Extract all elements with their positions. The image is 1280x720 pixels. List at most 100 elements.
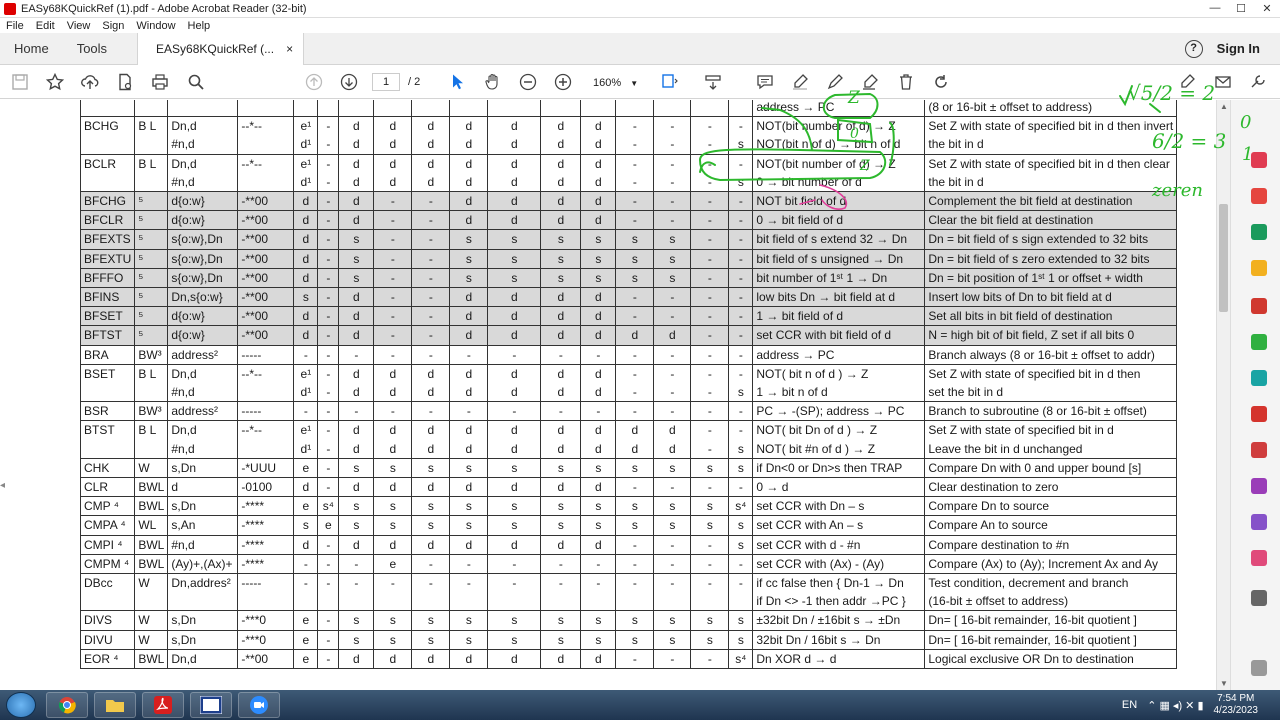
search-icon[interactable]: [186, 72, 206, 92]
addressing-mode-cell: dd: [653, 420, 692, 459]
page-up-icon[interactable]: [304, 72, 324, 92]
ccr-cell-line: -**00: [241, 251, 269, 266]
print-icon[interactable]: [150, 72, 170, 92]
menu-sign[interactable]: Sign: [96, 20, 130, 32]
comment-icon[interactable]: [755, 72, 775, 92]
highlight-pen-icon[interactable]: [790, 72, 810, 92]
addressing-mode-cell: -: [728, 210, 754, 231]
collapse-panel-icon[interactable]: [1251, 660, 1267, 676]
addressing-mode-cell-line: d: [511, 213, 518, 228]
addressing-mode-cell-line: -: [632, 156, 637, 171]
addressing-mode-cell: --: [690, 116, 730, 155]
addressing-mode-cell-line: d: [302, 328, 310, 343]
description-cell: Dn = bit field of s sign extended to 32 …: [924, 229, 1178, 250]
edit-pdf-icon[interactable]: [1177, 72, 1197, 92]
ccr-cell-line: [241, 592, 290, 610]
scrolling-mode-icon[interactable]: [703, 72, 723, 92]
addressing-mode-cell-line: -: [632, 537, 637, 552]
addressing-mode-cell-line: -: [428, 347, 433, 362]
combine-files-icon[interactable]: [1251, 298, 1267, 314]
language-indicator[interactable]: EN: [1122, 699, 1137, 711]
request-signature-icon[interactable]: [1251, 514, 1267, 530]
addressing-mode-cell-line: [319, 592, 338, 610]
start-button[interactable]: [6, 692, 36, 718]
protect-icon[interactable]: [1251, 406, 1267, 422]
fill-sign-icon[interactable]: [1251, 478, 1267, 494]
addressing-mode-cell-line: d: [389, 537, 397, 552]
save-icon[interactable]: [10, 72, 30, 92]
addressing-mode-cell: d: [411, 534, 451, 555]
bookmark-star-icon[interactable]: [45, 72, 65, 92]
send-comments-icon[interactable]: [1251, 550, 1267, 566]
maximize-button[interactable]: ☐: [1228, 2, 1254, 15]
vertical-scrollbar[interactable]: ▲ ▼: [1216, 100, 1230, 690]
upload-cloud-icon[interactable]: [80, 72, 100, 92]
opcode-cell-line: DBcc: [84, 576, 113, 591]
menu-view[interactable]: View: [61, 20, 97, 32]
zoom-level-select[interactable]: 160% ▼: [588, 73, 642, 91]
tab-document[interactable]: EASy68KQuickRef (... ×: [137, 32, 305, 65]
menu-help[interactable]: Help: [182, 20, 217, 32]
document-icon[interactable]: [115, 72, 135, 92]
help-icon[interactable]: ?: [1184, 39, 1203, 58]
compress-icon[interactable]: [1251, 442, 1267, 458]
taskbar-chrome[interactable]: [46, 692, 88, 718]
scroll-down-icon[interactable]: ▼: [1219, 679, 1229, 688]
page-down-icon[interactable]: [339, 72, 359, 92]
tray-icons[interactable]: ⌃ ▦ ◂) ✕ ▮: [1147, 699, 1203, 712]
sign-icon[interactable]: [860, 72, 880, 92]
more-tools-icon[interactable]: [1248, 72, 1268, 92]
addressing-mode-cell: s: [373, 515, 413, 536]
sign-in-button[interactable]: Sign In: [1217, 41, 1260, 56]
delete-icon[interactable]: [896, 72, 916, 92]
addressing-mode-cell: d: [293, 267, 319, 289]
select-cursor-icon[interactable]: [448, 72, 468, 92]
addressing-mode-cell: dd: [411, 116, 451, 155]
fit-page-icon[interactable]: [660, 72, 680, 92]
taskbar-easy68k[interactable]: [190, 692, 232, 718]
zoom-in-icon[interactable]: [553, 72, 573, 92]
email-icon[interactable]: [1213, 72, 1233, 92]
edit-pdf-tool-icon[interactable]: [1251, 224, 1267, 240]
addressing-mode-cell-line: e: [325, 518, 332, 533]
scroll-up-icon[interactable]: ▲: [1219, 102, 1229, 111]
zoom-out-icon[interactable]: [518, 72, 538, 92]
opcode-cell-line: EOR ⁴: [84, 651, 119, 666]
tab-home[interactable]: Home: [0, 41, 63, 56]
taskbar-zoom[interactable]: [238, 692, 280, 718]
ccr-cell-line: -****: [241, 499, 265, 514]
organize-pages-icon[interactable]: [1251, 334, 1267, 350]
menu-edit[interactable]: Edit: [30, 20, 61, 32]
page-number-input[interactable]: 1: [372, 73, 400, 91]
opcode-cell-line: BCHG: [84, 119, 119, 134]
more-tools-panel-icon[interactable]: [1251, 590, 1267, 606]
addressing-mode-cell-line: -: [738, 156, 743, 171]
export-pdf-icon[interactable]: [1251, 188, 1267, 204]
document-viewport[interactable]: address → PC (8 or 16-bit ± offset to add…: [0, 100, 1216, 690]
taskbar-file-explorer[interactable]: [94, 692, 136, 718]
scan-icon[interactable]: [1251, 370, 1267, 386]
menu-window[interactable]: Window: [130, 20, 181, 32]
ccr-cell-line: [241, 135, 290, 153]
taskbar-acrobat[interactable]: [142, 692, 184, 718]
hand-tool-icon[interactable]: [483, 72, 503, 92]
minimize-button[interactable]: —: [1202, 2, 1228, 15]
draw-icon[interactable]: [825, 72, 845, 92]
create-pdf-icon[interactable]: [1251, 152, 1267, 168]
tab-tools[interactable]: Tools: [63, 41, 121, 56]
menu-file[interactable]: File: [0, 20, 30, 32]
left-panel-toggle-icon[interactable]: ◂: [0, 480, 10, 504]
opcode-cell: CLR: [79, 477, 136, 498]
addressing-mode-cell: s: [540, 629, 582, 650]
operand-cell: Dn,d #n,d: [167, 363, 239, 403]
addressing-mode-cell: e¹ d¹: [293, 153, 319, 193]
addressing-mode-cell: -: [653, 210, 692, 231]
addressing-mode-cell-line: -: [738, 232, 743, 247]
comment-tool-icon[interactable]: [1251, 260, 1267, 276]
undo-icon[interactable]: [931, 72, 951, 92]
close-window-button[interactable]: ✕: [1254, 2, 1280, 15]
scroll-thumb[interactable]: [1219, 204, 1228, 312]
close-tab-icon[interactable]: ×: [286, 42, 293, 56]
clock[interactable]: 7:54 PM 4/23/2023: [1214, 693, 1259, 717]
addressing-mode-cell: --: [690, 363, 730, 403]
